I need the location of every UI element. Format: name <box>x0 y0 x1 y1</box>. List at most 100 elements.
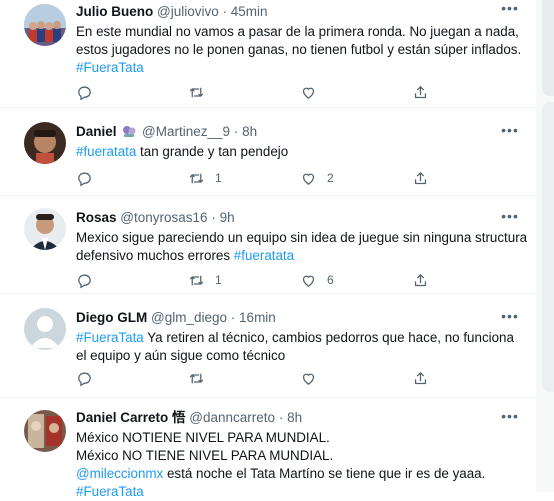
display-name[interactable]: Daniel <box>76 124 117 139</box>
timestamp[interactable]: 8h <box>287 410 302 425</box>
tweet-header: Daniel Carreto 悟 @danncarreto · 8h <box>76 408 520 428</box>
tweet-text: #FueraTata Ya retiren al técnico, cambio… <box>76 329 520 365</box>
tweet[interactable]: Daniel Carreto 悟 @danncarreto · 8h Méxic… <box>0 398 536 499</box>
more-horizontal-icon[interactable]: ••• <box>498 122 522 142</box>
text-segment: defensivo muchos errores <box>76 248 234 263</box>
mention-link[interactable]: @mileccionmx <box>76 466 163 481</box>
retweet-count: 1 <box>215 171 222 185</box>
text-segment: México NO TIENE NIVEL PARA MUNDIAL. <box>76 448 334 463</box>
like-button[interactable] <box>300 82 327 102</box>
user-handle[interactable]: @glm_diego <box>151 310 227 325</box>
text-segment: Mexico sigue pareciendo un equipo sin id… <box>76 230 528 245</box>
separator-dot: · <box>278 410 284 425</box>
share-icon <box>412 272 429 289</box>
avatar[interactable] <box>24 410 66 452</box>
timestamp[interactable]: 8h <box>242 124 257 139</box>
share-icon <box>412 170 429 187</box>
like-button[interactable]: 2 <box>300 168 334 188</box>
tweet[interactable]: Daniel @Martinez__9 · 8h #fueratata tan … <box>0 108 536 196</box>
retweet-icon <box>188 84 205 101</box>
hashtag-link[interactable]: #fueratata <box>234 248 294 263</box>
hashtag-link[interactable]: #FueraTata <box>76 330 144 345</box>
tweet-actions: 16 <box>76 270 436 290</box>
tweet-content: Diego GLM @glm_diego · 16min #FueraTata … <box>76 308 520 365</box>
separator-dot: · <box>211 210 216 225</box>
tweet-actions: 12 <box>76 168 436 188</box>
text-segment: estos jugadores no le ponen ganas, no ti… <box>76 42 522 57</box>
share-button[interactable] <box>412 270 429 290</box>
share-button[interactable] <box>412 168 429 188</box>
retweet-count: 1 <box>215 273 222 287</box>
tweet[interactable]: Julio Bueno @juliovivo · 45min En este m… <box>0 0 536 108</box>
reply-icon <box>76 272 93 289</box>
avatar[interactable] <box>24 122 66 164</box>
reply-icon <box>76 170 93 187</box>
reply-button[interactable] <box>76 82 103 102</box>
avatar[interactable] <box>24 4 66 46</box>
text-segment: está noche el Tata Martíno se tiene que … <box>163 466 486 481</box>
share-button[interactable] <box>412 368 429 388</box>
tweet[interactable]: Diego GLM @glm_diego · 16min #FueraTata … <box>0 294 536 398</box>
reply-icon <box>76 84 93 101</box>
more-horizontal-icon[interactable]: ••• <box>498 0 522 20</box>
user-handle[interactable]: @juliovivo <box>157 4 219 19</box>
timestamp[interactable]: 16min <box>239 310 276 325</box>
user-handle[interactable]: @danncarreto <box>189 410 275 425</box>
retweet-button[interactable]: 1 <box>188 168 222 188</box>
display-name[interactable]: Diego GLM <box>76 310 147 325</box>
hashtag-link[interactable]: #FueraTata <box>76 60 144 75</box>
tweet-text-line: #fueratata tan grande y tan pendejo <box>76 143 520 161</box>
separator-dot: · <box>233 124 239 139</box>
like-count: 2 <box>327 171 334 185</box>
more-horizontal-icon[interactable]: ••• <box>498 308 522 328</box>
avatar[interactable] <box>24 308 66 350</box>
reply-icon <box>76 370 93 387</box>
tweet-content: Rosas @tonyrosas16 · 9h Mexico sigue par… <box>76 208 527 265</box>
retweet-icon <box>188 272 205 289</box>
user-handle[interactable]: @tonyrosas16 <box>120 210 207 225</box>
display-name[interactable]: Rosas <box>76 210 117 225</box>
text-segment: el equipo y aún sigue como técnico <box>76 348 286 363</box>
tweet[interactable]: Rosas @tonyrosas16 · 9h Mexico sigue par… <box>0 196 536 294</box>
share-icon <box>412 84 429 101</box>
retweet-button[interactable] <box>188 82 215 102</box>
tweet-text-line: estos jugadores no le ponen ganas, no ti… <box>76 41 522 59</box>
tweet-text: México NOTIENE NIVEL PARA MUNDIAL. México… <box>76 429 520 501</box>
user-handle[interactable]: @Martinez__9 <box>142 124 230 139</box>
like-button[interactable] <box>300 368 327 388</box>
retweet-button[interactable] <box>188 368 215 388</box>
tweet-actions <box>76 368 436 388</box>
tweet-text-line: defensivo muchos errores #fueratata <box>76 247 520 265</box>
tweet-text-line: el equipo y aún sigue como técnico <box>76 347 520 365</box>
like-icon <box>300 84 317 101</box>
emoji-badge-icon <box>122 124 136 144</box>
hashtag-link[interactable]: #fueratata <box>76 144 136 159</box>
tweet-header: Diego GLM @glm_diego · 16min <box>76 308 520 328</box>
tweet-text: En este mundial no vamos a pasar de la p… <box>76 23 522 77</box>
more-horizontal-icon[interactable]: ••• <box>498 408 522 428</box>
avatar[interactable] <box>24 208 66 250</box>
share-button[interactable] <box>412 82 429 102</box>
tweet-text-line: #FueraTata <box>76 59 520 77</box>
like-button[interactable]: 6 <box>300 270 334 290</box>
display-name[interactable]: Daniel Carreto 悟 <box>76 410 186 425</box>
timestamp[interactable]: 9h <box>220 210 235 225</box>
tweet-text-line: Mexico sigue pareciendo un equipo sin id… <box>76 229 527 247</box>
share-icon <box>412 370 429 387</box>
more-horizontal-icon[interactable]: ••• <box>498 208 522 228</box>
reply-button[interactable] <box>76 168 103 188</box>
separator-dot: · <box>230 310 236 325</box>
reply-button[interactable] <box>76 368 103 388</box>
side-card-top <box>542 0 554 96</box>
tweet-actions <box>76 82 436 102</box>
tweet-content: Daniel @Martinez__9 · 8h #fueratata tan … <box>76 122 520 161</box>
reply-button[interactable] <box>76 270 103 290</box>
tweet-header: Rosas @tonyrosas16 · 9h <box>76 208 520 228</box>
tweet-content: Daniel Carreto 悟 @danncarreto · 8h Méxic… <box>76 408 520 501</box>
like-count: 6 <box>327 273 334 287</box>
timestamp[interactable]: 45min <box>231 4 268 19</box>
retweet-button[interactable]: 1 <box>188 270 222 290</box>
display-name[interactable]: Julio Bueno <box>76 4 153 19</box>
retweet-icon <box>188 170 205 187</box>
retweet-icon <box>188 370 205 387</box>
